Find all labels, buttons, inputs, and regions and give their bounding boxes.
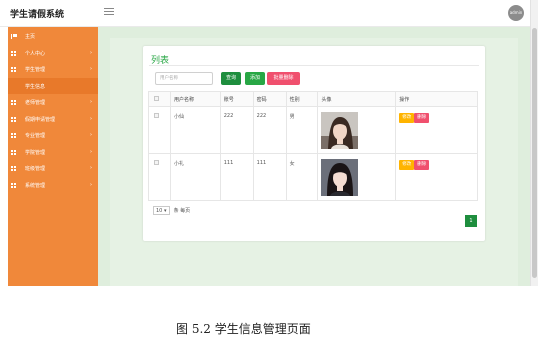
- cell-actions: 修改 删除: [395, 153, 478, 201]
- chevron-down-icon: ›: [90, 148, 92, 155]
- chevron-down-icon: ›: [90, 132, 92, 138]
- app-title: 学生请假系统: [10, 10, 65, 20]
- chevron-down-icon: ›: [90, 66, 92, 72]
- delete-button[interactable]: 删除: [414, 160, 430, 170]
- row-select-cell: [148, 106, 171, 154]
- table-row: 小礼 111 111 女 修改 删除: [148, 153, 478, 201]
- sidebar-item-student-management[interactable]: 学生管理 ›: [8, 61, 98, 78]
- column-header: 用户名称: [169, 91, 221, 107]
- figure-caption: 图 5.2 学生信息管理页面: [176, 322, 311, 336]
- table-row: 小仙 222 222 男 修改 删除: [148, 106, 478, 154]
- sidebar-item-label: 老师管理: [25, 100, 46, 106]
- sidebar-item-label: 系统管理: [25, 182, 46, 189]
- divider: [149, 65, 479, 66]
- row-checkbox[interactable]: [154, 113, 159, 118]
- column-header: 密码: [252, 91, 287, 107]
- search-input[interactable]: [155, 72, 213, 85]
- sidebar-item-system-management[interactable]: 系统管理 ›: [8, 177, 98, 194]
- data-table: 用户名称 账号 密码 性别 头像 操作 小仙 222 222 男 修改 删除 小…: [148, 91, 478, 201]
- grid-icon: [11, 50, 16, 56]
- page-size-select[interactable]: 10 ▾: [153, 206, 170, 215]
- page-size-control: 10 ▾ 条 每页: [153, 206, 190, 215]
- avatar-photo: [321, 159, 359, 196]
- cell-actions: 修改 删除: [395, 106, 478, 154]
- sidebar-item-label: 个人中心: [25, 50, 46, 57]
- avatar-photo: [321, 112, 359, 149]
- chevron-down-icon: ›: [90, 49, 92, 56]
- column-header: 头像: [317, 91, 397, 107]
- column-header: 操作: [395, 91, 478, 107]
- page-size-value: 10: [156, 208, 163, 214]
- per-page-text: 条 每页: [173, 208, 191, 214]
- sidebar-item-home[interactable]: 主页: [8, 28, 98, 45]
- sidebar-item-teacher-management[interactable]: 老师管理 ›: [8, 94, 98, 111]
- cell-password: 111: [252, 153, 287, 201]
- grid-icon: [11, 116, 16, 122]
- chevron-down-icon: ›: [90, 99, 92, 105]
- sidebar-item-label: 专业管理: [25, 133, 46, 139]
- hamburger-icon[interactable]: [104, 6, 114, 16]
- search-button[interactable]: 查询: [221, 72, 241, 85]
- grid-icon: [11, 149, 16, 155]
- bulk-delete-button[interactable]: 批量删除: [267, 72, 300, 85]
- select-all-checkbox[interactable]: [154, 96, 159, 101]
- user-avatar[interactable]: admin: [508, 5, 524, 21]
- sidebar-item-label: 假期申请管理: [25, 116, 56, 123]
- grid-icon: [11, 100, 16, 105]
- grid-icon: [11, 166, 16, 171]
- cell-photo: [317, 153, 397, 201]
- delete-button[interactable]: 删除: [414, 113, 430, 123]
- cell-account: 222: [219, 106, 254, 154]
- sidebar: 主页 个人中心 › 学生管理 › 学生信息 老师管理 › 假期申请管理 › 专业…: [8, 27, 98, 286]
- scrollbar[interactable]: [530, 0, 538, 286]
- chevron-down-icon: ›: [90, 165, 92, 171]
- cell-gender: 男: [285, 106, 319, 154]
- sidebar-item-class-management[interactable]: 班级管理 ›: [8, 160, 98, 177]
- table-header-row: 用户名称 账号 密码 性别 头像 操作: [148, 91, 478, 107]
- row-select-cell: [148, 153, 171, 201]
- cell-photo: [317, 106, 397, 154]
- grid-icon: [11, 133, 16, 138]
- page-number-button[interactable]: 1: [465, 215, 477, 227]
- chevron-down-icon: ›: [90, 181, 92, 188]
- add-button[interactable]: 添加: [245, 72, 265, 85]
- row-checkbox[interactable]: [154, 160, 159, 165]
- edit-button[interactable]: 修改: [399, 160, 415, 170]
- cell-gender: 女: [285, 153, 319, 201]
- sidebar-item-label: 学院管理: [25, 149, 46, 156]
- sidebar-item-personal-center[interactable]: 个人中心 ›: [8, 45, 98, 62]
- scrollbar-thumb[interactable]: [532, 28, 537, 278]
- sidebar-item-label: 学生管理: [25, 67, 46, 73]
- grid-icon: [11, 182, 16, 188]
- edit-button[interactable]: 修改: [399, 113, 415, 123]
- flag-icon: [11, 34, 17, 39]
- sidebar-item-college-management[interactable]: 学院管理 ›: [8, 144, 98, 161]
- sidebar-item-major-management[interactable]: 专业管理 ›: [8, 127, 98, 144]
- top-bar: 学生请假系统 admin: [0, 0, 530, 27]
- sidebar-item-label: 主页: [25, 34, 36, 40]
- list-panel: 列表 查询 添加 批量删除 用户名称 账号 密码 性别 头像 操作 小仙 222: [143, 46, 485, 241]
- cell-name: 小仙: [169, 106, 221, 154]
- column-header: 性别: [285, 91, 319, 107]
- cell-name: 小礼: [169, 153, 221, 201]
- select-all-cell: [148, 91, 171, 107]
- sidebar-item-student-info[interactable]: 学生信息: [8, 77, 98, 94]
- chevron-down-icon: ›: [90, 115, 92, 122]
- cell-password: 222: [252, 106, 287, 154]
- cell-account: 111: [219, 153, 254, 201]
- column-header: 账号: [219, 91, 254, 107]
- sidebar-item-label: 班级管理: [25, 166, 46, 172]
- grid-icon: [11, 67, 16, 72]
- sidebar-item-label: 学生信息: [25, 83, 46, 90]
- sidebar-item-leave-management[interactable]: 假期申请管理 ›: [8, 111, 98, 128]
